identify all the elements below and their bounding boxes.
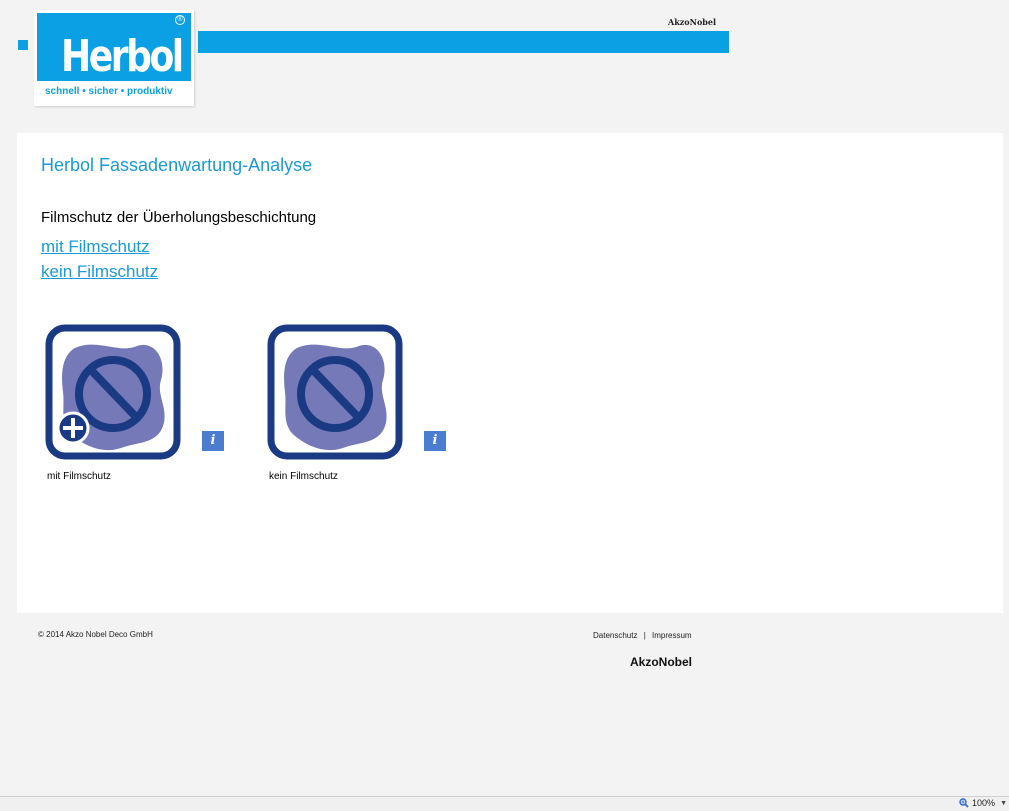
section-label: Filmschutz der Überholungsbeschichtung bbox=[41, 209, 317, 226]
film-protection-plus-icon[interactable] bbox=[45, 324, 181, 460]
footer-links: Datenschutz | Impressum bbox=[593, 631, 692, 640]
link-mit-filmschutz[interactable]: mit Filmschutz bbox=[41, 237, 150, 257]
header-bar bbox=[198, 31, 729, 53]
zoom-control[interactable]: 100% bbox=[959, 798, 995, 808]
datenschutz-link[interactable]: Datenschutz bbox=[593, 631, 637, 640]
info-button[interactable]: i bbox=[424, 431, 446, 451]
chevron-down-icon[interactable]: ▼ bbox=[1000, 800, 1007, 807]
zoom-icon bbox=[959, 798, 969, 808]
brand-square bbox=[18, 40, 28, 50]
akzonobel-footer-logo: AkzoNobel bbox=[630, 655, 693, 669]
option-label: mit Filmschutz bbox=[47, 471, 111, 482]
page: ® Herbol schnell • sicher • produktiv Ak… bbox=[0, 0, 1009, 811]
page-title: Herbol Fassadenwartung-Analyse bbox=[41, 155, 313, 175]
registered-mark: ® bbox=[175, 15, 185, 25]
browser-statusbar: 100% ▼ bbox=[0, 796, 1009, 811]
option-kein-filmschutz: i kein Filmschutz bbox=[267, 324, 446, 482]
herbol-logo[interactable]: ® Herbol schnell • sicher • produktiv bbox=[34, 10, 194, 106]
no-film-protection-icon[interactable] bbox=[267, 324, 403, 460]
akzonobel-header-logo: AkzoNobel bbox=[668, 17, 716, 27]
logo-tagline: schnell • sicher • produktiv bbox=[37, 81, 191, 103]
info-button[interactable]: i bbox=[202, 431, 224, 451]
impressum-link[interactable]: Impressum bbox=[652, 631, 692, 640]
link-kein-filmschutz[interactable]: kein Filmschutz bbox=[41, 262, 158, 282]
logo-wordmark: Herbol bbox=[61, 31, 184, 82]
main-content: Herbol Fassadenwartung-Analyse Filmschut… bbox=[17, 133, 1003, 613]
zoom-level: 100% bbox=[971, 798, 995, 808]
option-mit-filmschutz: i mit Filmschutz bbox=[45, 324, 224, 482]
copyright: © 2014 Akzo Nobel Deco GmbH bbox=[38, 630, 153, 639]
option-label: kein Filmschutz bbox=[269, 471, 338, 482]
footer-separator: | bbox=[643, 631, 646, 640]
